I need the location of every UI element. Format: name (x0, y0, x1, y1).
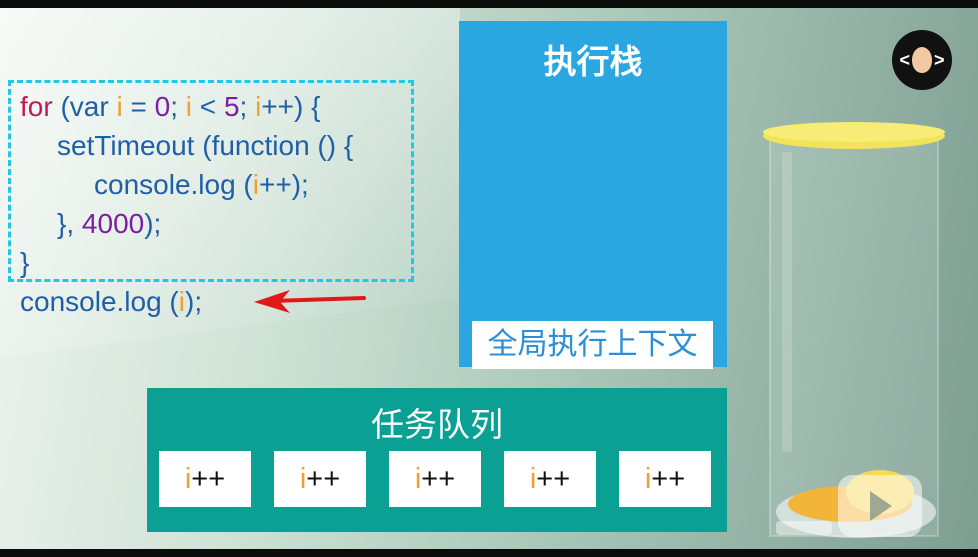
execution-stack: 执行栈 全局执行上下文 (459, 21, 727, 369)
task-item: i++ (389, 451, 481, 507)
task-item: i++ (619, 451, 711, 507)
channel-logo-icon: < > (892, 30, 952, 90)
red-arrow-icon (254, 290, 366, 313)
video-frame: for (var i = 0; i < 5; i++) { setTimeout… (0, 8, 978, 549)
execution-stack-title: 执行栈 (543, 43, 643, 80)
code-line-6: console.log (i); (20, 286, 203, 317)
code-line-1: for (var i = 0; i < 5; i++) { (20, 91, 321, 122)
code-line-4: }, 4000); (57, 208, 162, 239)
code-line-2: setTimeout (function () { (57, 130, 354, 161)
task-item: i++ (274, 451, 366, 507)
egg-icon (912, 47, 932, 73)
watermark-icon (776, 475, 922, 537)
task-item: i++ (504, 451, 596, 507)
global-execution-context: 全局执行上下文 (472, 321, 713, 369)
code-line-3: console.log (i++); (94, 169, 309, 200)
code-line-5: } (20, 247, 30, 278)
task-item: i++ (159, 451, 251, 507)
task-queue-title: 任务队列 (371, 406, 503, 443)
task-queue: 任务队列 i++ i++ i++ i++ i++ (147, 388, 727, 532)
